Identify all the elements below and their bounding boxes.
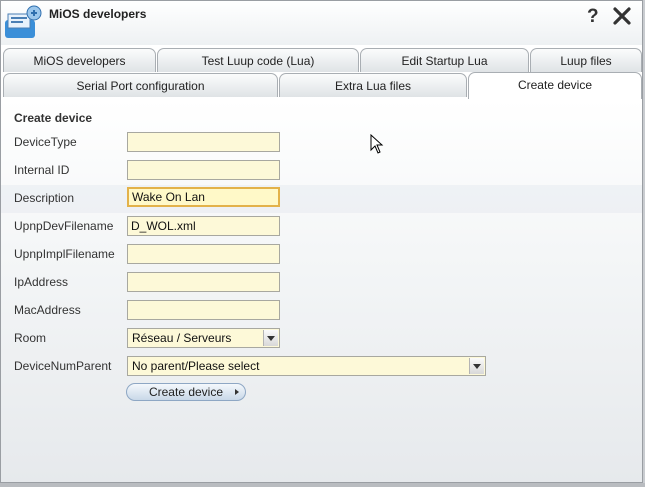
dialog-window: MiOS developers ? MiOS developers Test L… [0,0,643,483]
device-num-parent-select[interactable]: No parent/Please select [127,356,486,376]
device-type-input[interactable] [127,132,280,152]
description-input[interactable] [127,187,280,207]
room-label: Room [14,331,47,345]
mac-address-label: MacAddress [14,303,81,317]
app-logo-icon [4,4,44,47]
upnp-impl-filename-label: UpnpImplFilename [14,247,115,261]
row-highlight-band [1,185,642,213]
device-num-parent-label: DeviceNumParent [14,359,112,373]
internal-id-label: Internal ID [14,163,70,177]
mouse-cursor-icon [370,133,384,159]
upnp-dev-filename-label: UpnpDevFilename [14,219,114,233]
upnp-dev-filename-input[interactable] [127,216,280,236]
ip-address-input[interactable] [127,272,280,292]
upnp-impl-filename-input[interactable] [127,244,280,264]
create-device-panel: Create device DeviceType Internal ID Des… [1,99,642,482]
tab-test-luup-code[interactable]: Test Luup code (Lua) [157,48,359,72]
ip-address-label: IpAddress [14,275,69,289]
chevron-down-icon [263,330,278,346]
chevron-down-icon [469,358,484,374]
tab-edit-startup-lua[interactable]: Edit Startup Lua [360,48,529,72]
background-strip [0,483,645,487]
tab-create-device[interactable]: Create device [468,72,642,99]
device-type-label: DeviceType [14,135,77,149]
tab-mios-developers[interactable]: MiOS developers [3,48,156,72]
tab-extra-lua-files[interactable]: Extra Lua files [279,73,467,97]
internal-id-input[interactable] [127,160,280,180]
tab-serial-port-configuration[interactable]: Serial Port configuration [3,73,278,97]
device-num-parent-value: No parent/Please select [132,359,260,373]
close-icon[interactable] [613,7,631,30]
arrow-right-icon [235,389,239,395]
description-label: Description [14,191,75,205]
help-button[interactable]: ? [587,6,599,28]
form-title: Create device [14,111,93,125]
room-select-value: Réseau / Serveurs [132,331,232,345]
mac-address-input[interactable] [127,300,280,320]
create-device-button-label: Create device [148,385,224,399]
create-device-button[interactable]: Create device [126,383,246,401]
title-bar[interactable]: MiOS developers ? [1,1,642,45]
window-title: MiOS developers [49,7,147,21]
room-select[interactable]: Réseau / Serveurs [127,328,280,348]
tab-luup-files[interactable]: Luup files [530,48,642,72]
